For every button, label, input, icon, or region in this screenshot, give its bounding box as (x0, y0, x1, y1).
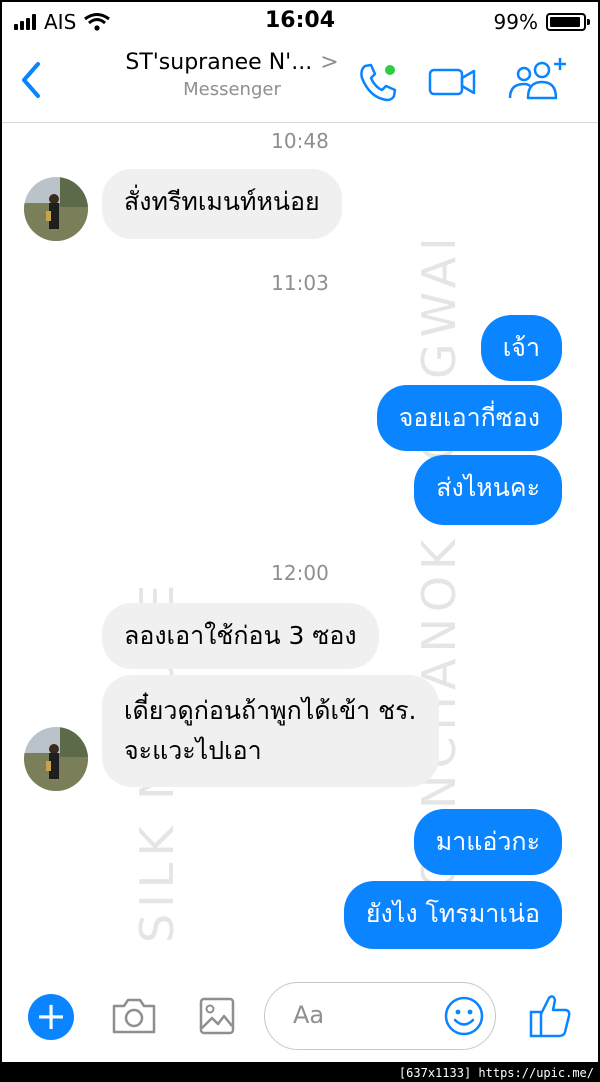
message-bubble-outgoing[interactable]: จอยเอากี่ซอง (376, 385, 562, 451)
message-bubble-incoming[interactable]: เดี๋ยวดูก่อนถ้าพูกได้เข้า ชร. จะแวะไปเอา (102, 675, 439, 787)
chevron-right-icon: > (320, 50, 339, 75)
conversation-header: ST'supranee N'... > Messenger (2, 42, 598, 123)
image-icon[interactable] (198, 996, 236, 1036)
message-bubble-outgoing[interactable]: เจ้า (480, 315, 562, 381)
timestamp: 10:48 (271, 129, 329, 153)
message-input-placeholder: Aa (293, 1001, 325, 1029)
timestamp: 12:00 (271, 561, 329, 585)
timestamp: 11:03 (271, 271, 329, 295)
avatar[interactable] (24, 727, 88, 791)
contact-name: ST'supranee N'... (125, 50, 313, 75)
camera-icon[interactable] (110, 996, 158, 1036)
smiley-icon[interactable] (443, 995, 485, 1037)
message-bubble-incoming[interactable]: สั่งทรีทเมนท์หน่อย (102, 169, 342, 239)
messenger-chat-screen: AIS 16:04 99% ST'supranee N'... > Messeng… (2, 2, 598, 1062)
status-bar: AIS 16:04 99% (2, 2, 598, 42)
message-bubble-outgoing[interactable]: ส่งไหนคะ (414, 455, 562, 525)
battery-icon (546, 13, 590, 31)
composer-bar: + Aa (2, 982, 598, 1062)
message-list[interactable]: SILK NATURE PORNCHANOK WONGWAI 10:48 สั่… (2, 123, 598, 983)
conversation-title[interactable]: ST'supranee N'... > Messenger (112, 50, 352, 100)
thumbs-up-icon[interactable] (528, 992, 572, 1038)
message-input[interactable]: Aa (264, 982, 496, 1050)
plus-icon[interactable]: + (28, 994, 74, 1040)
add-people-icon[interactable] (506, 56, 570, 102)
video-camera-icon[interactable] (428, 64, 476, 100)
message-line: เดี๋ยวดูก่อนถ้าพูกได้เข้า ชร. (124, 696, 417, 725)
message-bubble-outgoing[interactable]: มาแอ่วกะ (413, 809, 562, 875)
conversation-subtitle: Messenger (183, 79, 281, 100)
message-line: จะแวะไปเอา (124, 736, 262, 765)
message-bubble-outgoing[interactable]: ยังไง โทรมาเน่อ (343, 881, 562, 949)
message-bubble-incoming[interactable]: ลองเอาใช้ก่อน 3 ซอง (102, 603, 379, 669)
battery-percent: 99% (493, 10, 538, 34)
avatar[interactable] (24, 177, 88, 241)
phone-icon[interactable] (356, 60, 400, 104)
chevron-left-icon[interactable] (16, 60, 46, 100)
image-host-label: [637x1133] https://upic.me/ (392, 1064, 600, 1082)
